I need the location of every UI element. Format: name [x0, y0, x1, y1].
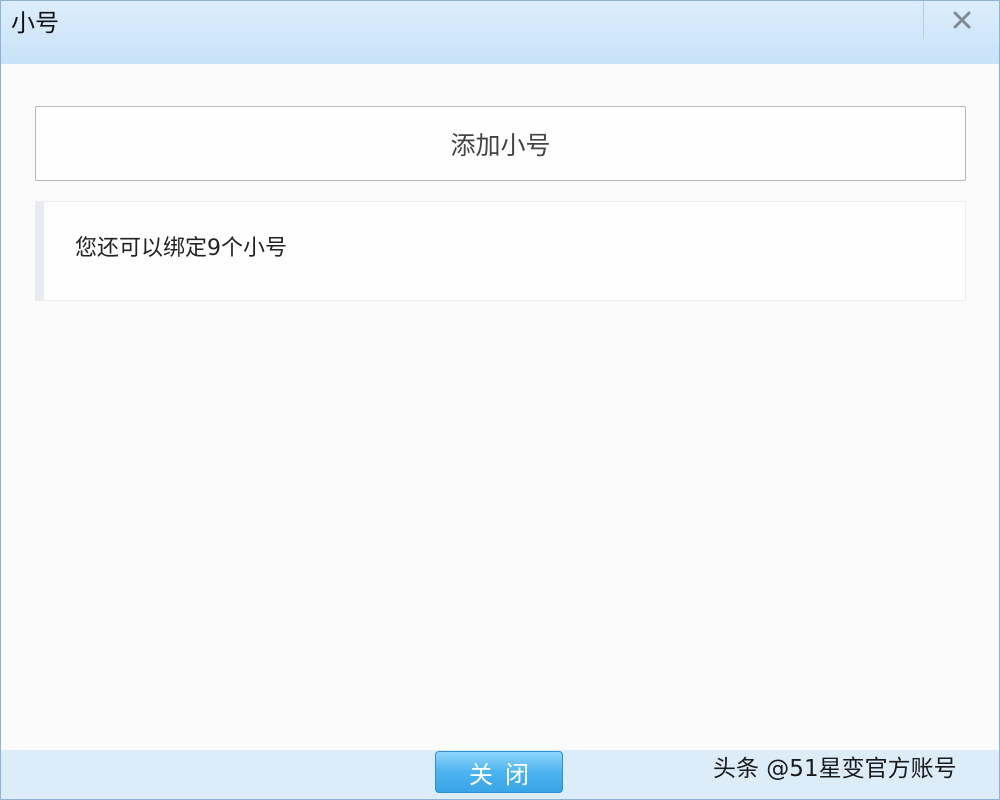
add-alt-account-button[interactable]: 添加小号	[35, 106, 966, 181]
close-icon	[953, 11, 971, 29]
watermark-text: 头条 @51星变官方账号	[713, 756, 957, 782]
title-bar: 小号	[1, 1, 999, 64]
dialog-content: 添加小号 您还可以绑定9个小号	[1, 64, 999, 750]
dialog-window: 小号 添加小号 您还可以绑定9个小号 关闭 头条 @51星变官方账号	[0, 0, 1000, 800]
info-panel-accent	[36, 202, 44, 300]
window-close-button[interactable]	[923, 1, 999, 39]
window-title: 小号	[11, 9, 59, 37]
info-panel: 您还可以绑定9个小号	[35, 201, 966, 301]
close-button[interactable]: 关闭	[435, 751, 563, 793]
remaining-binds-text: 您还可以绑定9个小号	[75, 236, 287, 261]
